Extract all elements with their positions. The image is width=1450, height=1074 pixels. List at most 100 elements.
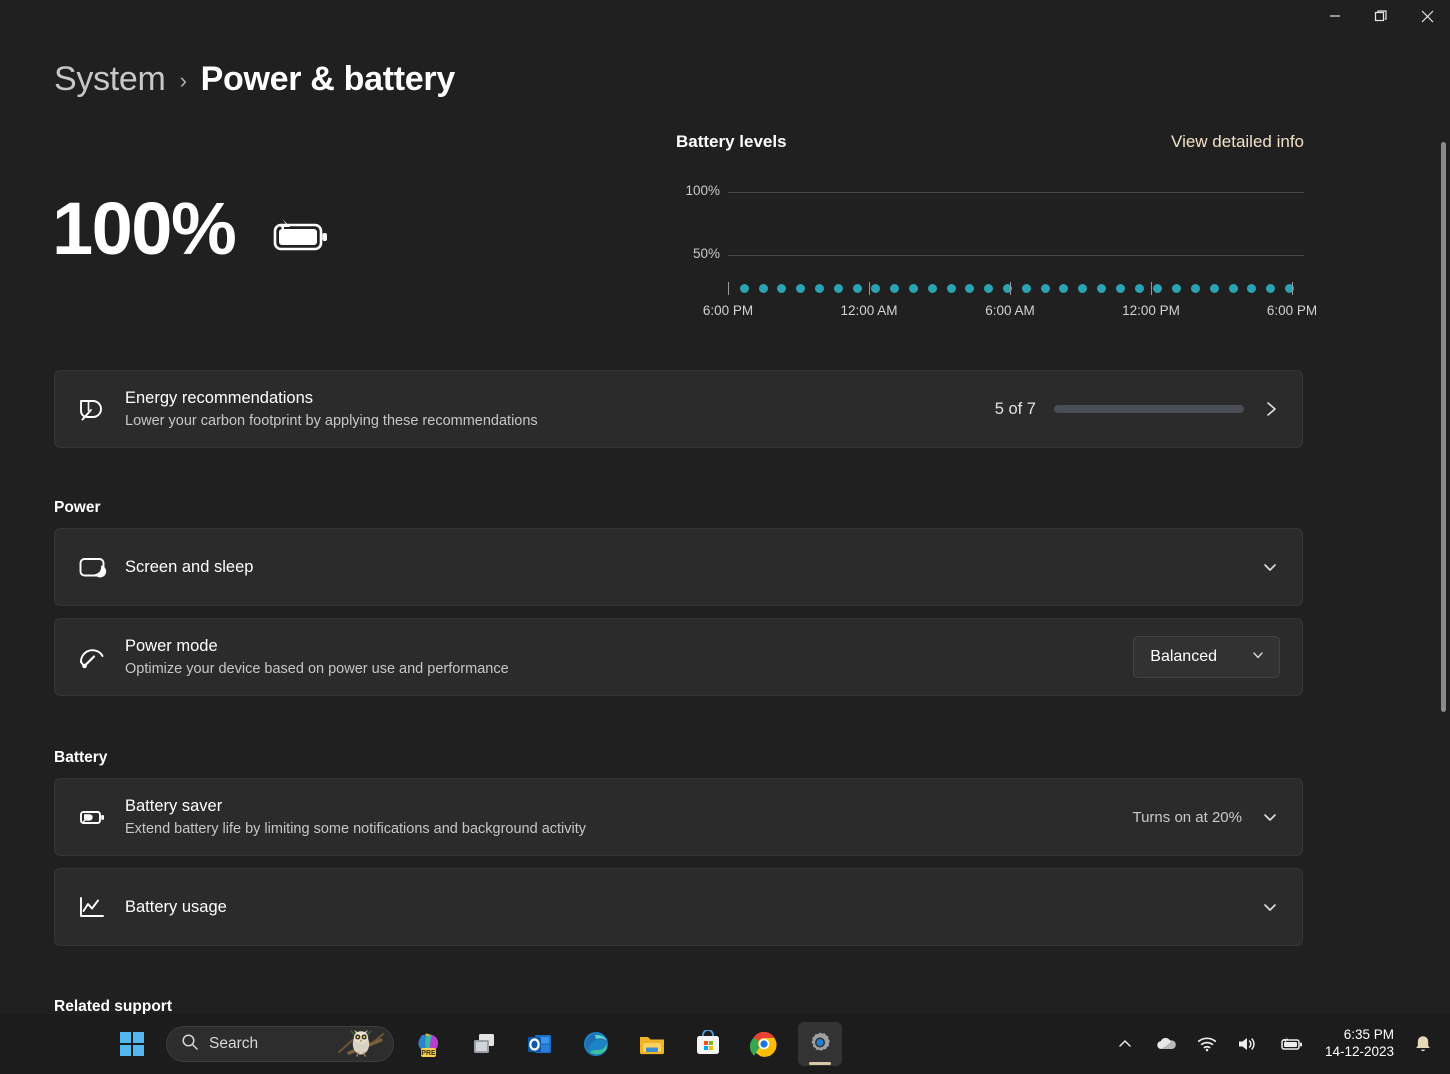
battery-saver-title: Battery saver: [125, 796, 223, 815]
x-axis-tick: [1010, 282, 1011, 295]
chevron-down-icon[interactable]: [1260, 557, 1280, 577]
chevron-down-icon[interactable]: [1260, 807, 1280, 827]
chart-data-point: [1096, 284, 1106, 293]
battery-saver-icon: [77, 802, 125, 832]
scrollbar-thumb[interactable]: [1441, 142, 1446, 712]
outlook-icon[interactable]: [518, 1022, 562, 1066]
taskbar: Search PRE 6:35 PM 14-12-2023: [0, 1014, 1450, 1074]
energy-recommendations-text: Energy recommendations Lower your carbon…: [125, 387, 995, 432]
chrome-icon[interactable]: [742, 1022, 786, 1066]
battery-saver-subtitle: Extend battery life by limiting some not…: [125, 820, 587, 837]
battery-levels-header: Battery levels View detailed info: [676, 132, 1304, 152]
battery-saver-status: Turns on at 20%: [1132, 808, 1242, 826]
battery-charging-icon[interactable]: [1271, 1023, 1313, 1065]
wifi-icon[interactable]: [1189, 1023, 1225, 1065]
chart-data-point: [1172, 284, 1182, 293]
search-placeholder: Search: [209, 1035, 259, 1052]
search-input[interactable]: Search: [166, 1026, 394, 1062]
section-heading-battery: Battery: [54, 749, 108, 766]
chart-data-point: [908, 284, 918, 293]
battery-saver-text: Battery saver Extend battery life by lim…: [125, 795, 1132, 840]
microsoft-store-icon[interactable]: [686, 1022, 730, 1066]
x-axis-tick-label: 6:00 PM: [1266, 303, 1318, 318]
y-axis-label-0: 100%: [685, 183, 720, 198]
power-mode-right: Balanced: [1133, 636, 1280, 678]
search-owl-image: [335, 1026, 387, 1063]
settings-icon[interactable]: [798, 1022, 842, 1066]
file-explorer-icon[interactable]: [630, 1022, 674, 1066]
chart-data-point: [1059, 284, 1069, 293]
screen-and-sleep-title: Screen and sleep: [125, 557, 254, 576]
energy-recommendations-card[interactable]: Energy recommendations Lower your carbon…: [54, 370, 1303, 448]
battery-usage-card[interactable]: Battery usage: [54, 868, 1303, 946]
chart-data-point: [1209, 284, 1219, 293]
battery-levels-panel: Battery levels View detailed info 100% 50…: [676, 132, 1317, 319]
chevron-right-icon[interactable]: [1262, 400, 1280, 418]
chart-data-point: [1134, 284, 1144, 293]
clock[interactable]: 6:35 PM 14-12-2023: [1317, 1023, 1402, 1065]
gridline-0: [728, 192, 1304, 193]
leaf-eco-icon: [77, 394, 125, 424]
x-axis-tick-label: 6:00 PM: [702, 303, 754, 318]
copilot-icon[interactable]: PRE: [406, 1022, 450, 1066]
chart-data-point: [833, 284, 843, 293]
battery-saver-card[interactable]: Battery saver Extend battery life by lim…: [54, 778, 1303, 856]
chart-data-point: [1115, 284, 1125, 293]
restore-button[interactable]: [1358, 0, 1404, 32]
task-view-icon[interactable]: [462, 1022, 506, 1066]
content-scrollbar[interactable]: [1441, 142, 1446, 712]
clock-time: 6:35 PM: [1343, 1027, 1394, 1043]
chart-data-point: [1021, 284, 1031, 293]
edge-icon[interactable]: [574, 1022, 618, 1066]
breadcrumb-separator-icon: ›: [179, 67, 187, 93]
chevron-up-icon[interactable]: [1109, 1023, 1141, 1065]
chart-data-point: [1190, 284, 1200, 293]
bell-icon[interactable]: [1406, 1023, 1440, 1065]
chart-data-point: [1266, 284, 1276, 293]
chart-data-point: [871, 284, 881, 293]
chart-data-point: [927, 284, 937, 293]
x-axis-labels: 6:00 PM 12:00 AM 6:00 AM 12:00 PM 6:00 PM: [703, 303, 1317, 323]
start-button[interactable]: [110, 1022, 154, 1066]
section-heading-related-support: Related support: [54, 998, 172, 1014]
gridline-1: [728, 255, 1304, 256]
battery-usage-chart-icon: [77, 892, 125, 922]
energy-recommendations-title: Energy recommendations: [125, 388, 314, 407]
view-detailed-info-link[interactable]: View detailed info: [1171, 132, 1304, 152]
chart-data-point: [814, 284, 824, 293]
chart-data-point: [1247, 284, 1257, 293]
breadcrumb: System › Power & battery: [54, 60, 455, 99]
battery-levels-chart: 100% 50% 6:00 PM 12:00 AM 6:00 AM 12:00 PM 6:0…: [676, 174, 1317, 319]
breadcrumb-parent[interactable]: System: [54, 60, 166, 99]
volume-icon[interactable]: [1229, 1023, 1267, 1065]
battery-levels-title: Battery levels: [676, 132, 787, 151]
onedrive-icon[interactable]: [1145, 1023, 1185, 1065]
search-icon: [181, 1033, 199, 1056]
chart-data-point: [852, 284, 862, 293]
x-axis-tick-label: 6:00 AM: [985, 303, 1035, 318]
settings-window: System › Power & battery 100% Battery le…: [0, 0, 1450, 1074]
energy-recommendations-subtitle: Lower your carbon footprint by applying …: [125, 412, 538, 429]
x-axis-tick-label: 12:00 AM: [840, 303, 898, 318]
page-title: Power & battery: [200, 60, 456, 98]
battery-status: 100%: [52, 192, 333, 266]
screen-and-sleep-right: [1260, 557, 1280, 577]
screen-sleep-icon: [77, 552, 125, 582]
x-axis-tick: [869, 282, 870, 295]
power-mode-card[interactable]: Power mode Optimize your device based on…: [54, 618, 1303, 696]
chart-data-point: [946, 284, 956, 293]
energy-progress-bar: [1054, 405, 1244, 413]
x-axis-tick: [728, 282, 729, 295]
close-button[interactable]: [1404, 0, 1450, 32]
battery-level-points: [724, 281, 1304, 295]
chart-data-point: [796, 284, 806, 293]
power-mode-text: Power mode Optimize your device based on…: [125, 635, 1133, 680]
screen-and-sleep-card[interactable]: Screen and sleep: [54, 528, 1303, 606]
chevron-down-icon[interactable]: [1260, 897, 1280, 917]
energy-progress-label: 5 of 7: [994, 399, 1036, 418]
power-mode-dropdown[interactable]: Balanced: [1133, 636, 1280, 678]
screen-and-sleep-text: Screen and sleep: [125, 556, 1260, 578]
energy-recommendations-right: 5 of 7: [995, 400, 1280, 419]
power-mode-subtitle: Optimize your device based on power use …: [125, 660, 509, 677]
minimize-button[interactable]: [1312, 0, 1358, 32]
